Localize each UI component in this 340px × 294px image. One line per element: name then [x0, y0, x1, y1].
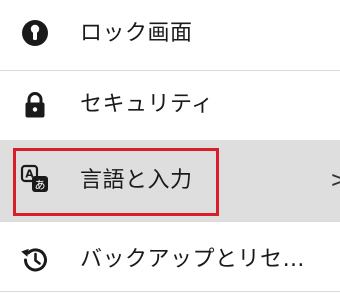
settings-list: ロック画面 セキュリティ A あ 言語と入力 > バックアップとリセ…: [0, 0, 340, 294]
svg-text:あ: あ: [35, 179, 46, 192]
chevron-right-icon: >: [330, 168, 340, 193]
settings-item-label: セキュリティ: [80, 92, 214, 117]
settings-item-label: ロック画面: [80, 21, 193, 46]
keyhole-icon: [20, 18, 50, 48]
backup-restore-icon: [20, 245, 50, 275]
padlock-icon: [20, 90, 50, 120]
settings-item-label: バックアップとリセ…: [80, 247, 306, 272]
settings-item-label: 言語と入力: [80, 168, 193, 193]
language-input-icon: A あ: [20, 164, 50, 194]
settings-item-backup-reset[interactable]: バックアップとリセ…: [0, 221, 340, 294]
settings-item-language-input[interactable]: A あ 言語と入力 >: [0, 140, 340, 221]
divider: [0, 291, 340, 292]
settings-item-security[interactable]: セキュリティ: [0, 70, 340, 140]
settings-item-lock-screen[interactable]: ロック画面: [0, 0, 340, 70]
